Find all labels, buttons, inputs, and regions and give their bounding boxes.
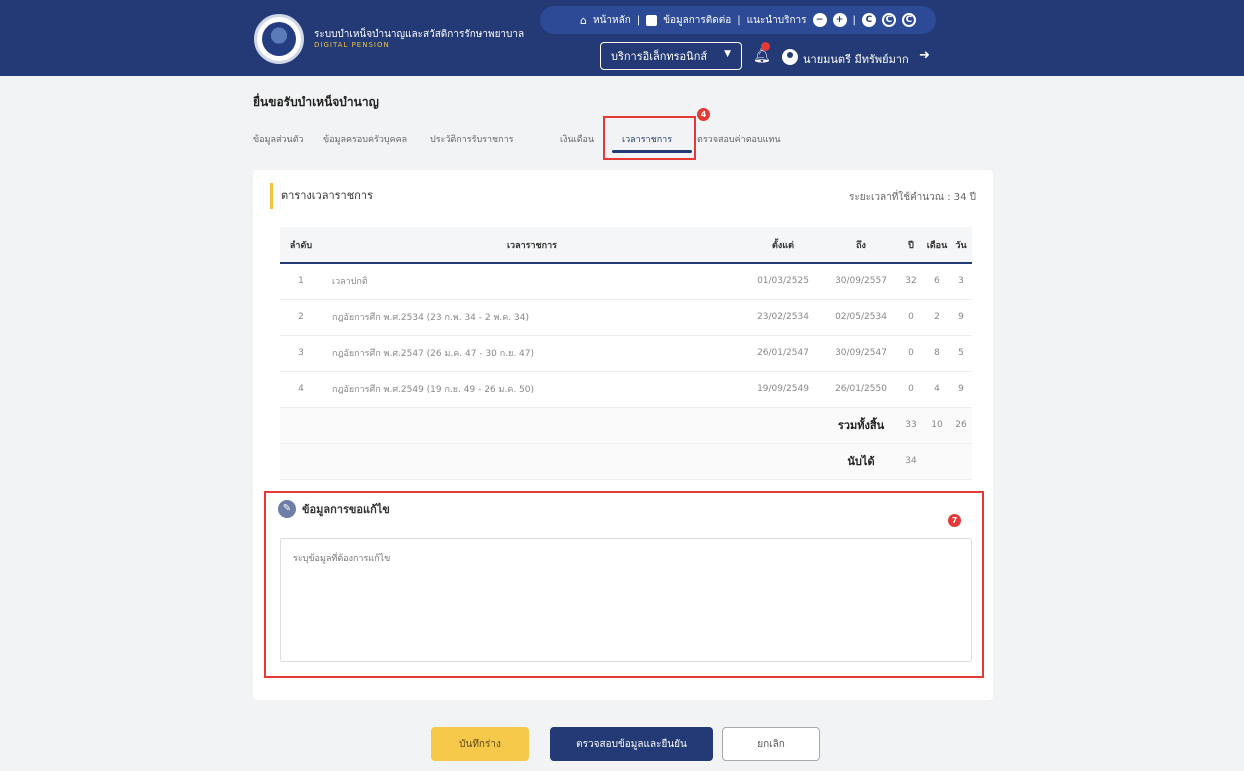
table-row: 4 กฎอัยการศึก พ.ศ.2549 (19 ก.ย. 49 - 26 … <box>280 371 972 408</box>
contrast-dark-icon[interactable]: C <box>901 13 916 27</box>
brand-subtitle: DIGITAL PENSION <box>314 41 390 49</box>
tab-salary[interactable]: เงินเดือน <box>560 132 594 146</box>
sum-days: 26 <box>950 407 972 444</box>
notification-badge <box>761 42 770 51</box>
note-title: ข้อมูลการขอแก้ไข <box>302 503 390 516</box>
chevron-down-icon: ▼ <box>724 49 731 59</box>
zoom-in-icon[interactable]: + <box>832 13 847 27</box>
cancel-button[interactable]: ยกเลิก <box>722 727 820 761</box>
sum-months: 10 <box>924 407 950 444</box>
home-icon[interactable]: ⌂ <box>580 14 587 27</box>
tab-compensation[interactable]: ตรวจสอบค่าตอบแทน <box>697 132 781 146</box>
sum-years: 33 <box>898 407 924 444</box>
col-header-period: เวลาราชการ <box>322 227 742 264</box>
service-select[interactable]: บริการอิเล็กทรอนิกส์ ▼ <box>600 42 742 70</box>
col-header-no: ลำดับ <box>280 227 322 264</box>
top-link-contact[interactable]: ข้อมูลการติดต่อ <box>663 13 731 28</box>
col-header-years: ปี <box>898 227 924 264</box>
col-header-months: เดือน <box>924 227 950 264</box>
sum-row: รวมทั้งสิ้น 33 10 26 <box>280 407 972 444</box>
page-title: ยื่นขอรับบำเหน็จบำนาญ <box>253 95 379 109</box>
table-row: 3 กฎอัยการศึก พ.ศ.2547 (26 ม.ค. 47 - 30 … <box>280 335 972 372</box>
note-textarea[interactable] <box>280 538 972 662</box>
logout-icon[interactable]: ➜ <box>919 48 930 63</box>
table-row: 2 กฎอัยการศึก พ.ศ.2534 (23 ก.พ. 34 - 2 พ… <box>280 299 972 336</box>
sum-label: รวมทั้งสิ้น <box>824 407 898 444</box>
contrast-normal-icon[interactable]: C <box>861 13 876 27</box>
zoom-out-icon[interactable]: − <box>812 13 827 27</box>
user-avatar-icon[interactable] <box>782 49 798 65</box>
col-header-days: วัน <box>950 227 972 264</box>
note-header: ✎ ข้อมูลการขอแก้ไข <box>278 500 390 518</box>
total-service-time: ระยะเวลาที่ใช้คำนวณ : 34 ปี <box>848 192 976 203</box>
col-header-to: ถึง <box>824 227 898 264</box>
count-value: 34 <box>898 443 924 480</box>
service-time-table: ลำดับ เวลาราชการ ตั้งแต่ ถึง ปี เดือน วั… <box>280 227 972 480</box>
step-marker-4: 4 <box>697 108 710 121</box>
tab-callout <box>603 116 696 160</box>
user-name[interactable]: นายมนตรี มีทรัพย์มาก <box>803 50 909 68</box>
count-label: นับได้ <box>824 443 898 480</box>
tab-service-history[interactable]: ประวัติการรับราชการ <box>430 132 514 146</box>
brand-title: ระบบบำเหน็จบำนาญและสวัสดิการรักษาพยาบาล <box>314 29 525 40</box>
tab-personal[interactable]: ข้อมูลส่วนตัว <box>253 132 304 146</box>
contact-icon <box>646 14 658 26</box>
contrast-high-icon[interactable]: C <box>881 13 896 27</box>
top-link-home[interactable]: หน้าหลัก <box>593 13 631 28</box>
section-title: ตารางเวลาราชการ <box>270 183 373 209</box>
table-row: 1 เวลาปกติ 01/03/2525 30/09/2557 32 6 3 <box>280 263 972 300</box>
logo <box>254 14 304 64</box>
tab-family[interactable]: ข้อมูลครอบครัวบุคคล <box>323 132 407 146</box>
col-header-from: ตั้งแต่ <box>742 227 824 264</box>
edit-pencil-icon: ✎ <box>278 500 296 518</box>
save-draft-button[interactable]: บันทึกร่าง <box>431 727 529 761</box>
check-confirm-button[interactable]: ตรวจสอบข้อมูลและยืนยัน <box>550 727 713 761</box>
top-links-bar: ⌂ หน้าหลัก | ข้อมูลการติดต่อ | แนะนำบริก… <box>540 6 936 34</box>
top-link-guide[interactable]: แนะนำบริการ <box>747 13 807 28</box>
step-marker-7: 7 <box>948 514 961 527</box>
count-row: นับได้ 34 <box>280 443 972 480</box>
